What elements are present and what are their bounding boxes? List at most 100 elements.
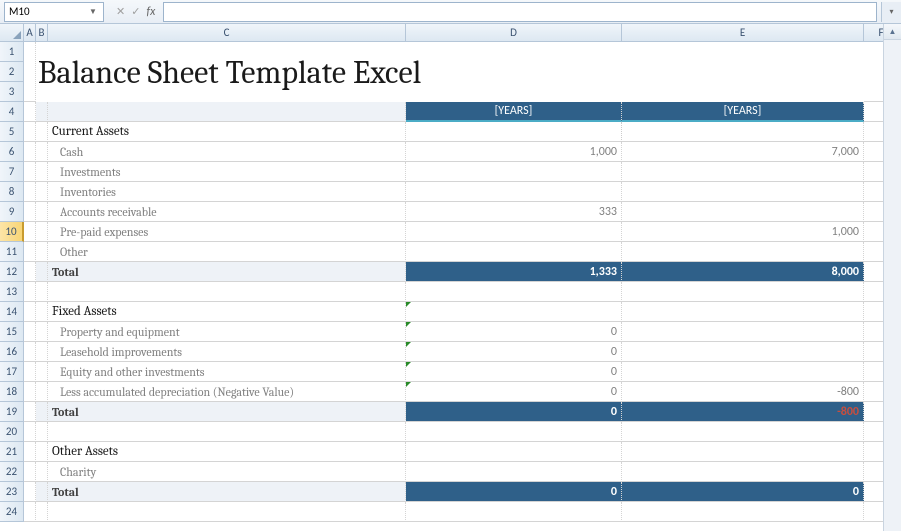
item-label[interactable]: Property and equipment bbox=[48, 322, 406, 342]
cell[interactable] bbox=[24, 422, 36, 442]
total-value[interactable]: 0 bbox=[622, 482, 864, 502]
row-header[interactable]: 2 bbox=[0, 62, 24, 82]
cell[interactable] bbox=[24, 42, 36, 102]
item-label[interactable]: Charity bbox=[48, 462, 406, 482]
item-value[interactable] bbox=[622, 342, 864, 362]
item-value[interactable] bbox=[622, 182, 864, 202]
cell[interactable] bbox=[24, 142, 36, 162]
cell[interactable] bbox=[36, 482, 48, 502]
row-header[interactable]: 13 bbox=[0, 282, 24, 302]
cell[interactable] bbox=[36, 102, 48, 122]
section-header-other[interactable]: Other Assets bbox=[48, 442, 406, 462]
item-label[interactable]: Pre-paid expenses bbox=[48, 222, 406, 242]
cell[interactable] bbox=[24, 182, 36, 202]
item-label[interactable]: Investments bbox=[48, 162, 406, 182]
row-header[interactable]: 1 bbox=[0, 42, 24, 62]
total-value[interactable]: 8,000 bbox=[622, 262, 864, 282]
cell[interactable] bbox=[24, 222, 36, 242]
total-value[interactable]: 0 bbox=[406, 482, 622, 502]
cell[interactable] bbox=[36, 422, 48, 442]
cell[interactable] bbox=[36, 302, 48, 322]
cell[interactable] bbox=[24, 162, 36, 182]
col-header-b[interactable]: B bbox=[36, 24, 48, 42]
item-value[interactable] bbox=[406, 462, 622, 482]
cell[interactable] bbox=[406, 302, 622, 322]
item-label[interactable]: Less accumulated depreciation (Negative … bbox=[48, 382, 406, 402]
item-value[interactable]: 0 bbox=[406, 382, 622, 402]
section-header-current[interactable]: Current Assets bbox=[48, 122, 406, 142]
row-header[interactable]: 20 bbox=[0, 422, 24, 442]
item-label[interactable]: Other bbox=[48, 242, 406, 262]
item-value[interactable]: 0 bbox=[406, 322, 622, 342]
cell[interactable] bbox=[36, 502, 48, 522]
cell[interactable] bbox=[48, 282, 406, 302]
row-header[interactable]: 17 bbox=[0, 362, 24, 382]
item-value[interactable]: 0 bbox=[406, 362, 622, 382]
cell[interactable] bbox=[48, 102, 406, 122]
cell[interactable] bbox=[406, 282, 622, 302]
cell[interactable] bbox=[622, 122, 864, 142]
row-header[interactable]: 5 bbox=[0, 122, 24, 142]
cell[interactable] bbox=[24, 402, 36, 422]
item-value[interactable]: 0 bbox=[406, 342, 622, 362]
cell[interactable] bbox=[406, 122, 622, 142]
item-value[interactable] bbox=[406, 182, 622, 202]
item-label[interactable]: Equity and other investments bbox=[48, 362, 406, 382]
cell[interactable] bbox=[24, 242, 36, 262]
row-header[interactable]: 3 bbox=[0, 82, 24, 102]
cell[interactable] bbox=[36, 282, 48, 302]
total-value[interactable]: 0 bbox=[406, 402, 622, 422]
cell[interactable] bbox=[48, 502, 406, 522]
item-value[interactable]: 1,000 bbox=[622, 222, 864, 242]
cell[interactable] bbox=[24, 502, 36, 522]
col-header-a[interactable]: A bbox=[24, 24, 36, 42]
item-value[interactable]: 1,000 bbox=[406, 142, 622, 162]
row-header[interactable]: 19 bbox=[0, 402, 24, 422]
item-label[interactable]: Leasehold improvements bbox=[48, 342, 406, 362]
cell[interactable] bbox=[24, 342, 36, 362]
cell[interactable] bbox=[36, 362, 48, 382]
vertical-scrollbar[interactable]: ▲ bbox=[883, 24, 901, 531]
total-label[interactable]: Total bbox=[48, 482, 406, 502]
cell[interactable] bbox=[36, 162, 48, 182]
cell[interactable] bbox=[622, 282, 864, 302]
item-value[interactable] bbox=[622, 162, 864, 182]
row-header[interactable]: 4 bbox=[0, 102, 24, 122]
name-box-dropdown-icon[interactable]: ▼ bbox=[87, 7, 99, 17]
cell[interactable] bbox=[36, 322, 48, 342]
item-label[interactable]: Inventories bbox=[48, 182, 406, 202]
cell[interactable] bbox=[36, 202, 48, 222]
row-header[interactable]: 15 bbox=[0, 322, 24, 342]
cell[interactable] bbox=[406, 422, 622, 442]
section-header-fixed[interactable]: Fixed Assets bbox=[48, 302, 406, 322]
cell[interactable] bbox=[36, 342, 48, 362]
formula-input[interactable] bbox=[163, 2, 877, 22]
cell[interactable] bbox=[36, 382, 48, 402]
cell[interactable] bbox=[406, 442, 622, 462]
cell[interactable] bbox=[24, 362, 36, 382]
item-value[interactable]: 333 bbox=[406, 202, 622, 222]
cell[interactable] bbox=[48, 422, 406, 442]
cell[interactable] bbox=[622, 442, 864, 462]
item-value[interactable] bbox=[622, 242, 864, 262]
item-value[interactable] bbox=[622, 462, 864, 482]
cell[interactable] bbox=[36, 182, 48, 202]
row-header[interactable]: 7 bbox=[0, 162, 24, 182]
cell[interactable] bbox=[24, 482, 36, 502]
cell[interactable] bbox=[406, 502, 622, 522]
row-header[interactable]: 11 bbox=[0, 242, 24, 262]
total-value-negative[interactable]: -800 bbox=[622, 402, 864, 422]
cell[interactable] bbox=[24, 262, 36, 282]
cell[interactable] bbox=[24, 442, 36, 462]
year-header-e[interactable]: [YEARS] bbox=[622, 102, 864, 122]
cell[interactable] bbox=[36, 242, 48, 262]
fx-icon[interactable]: fx bbox=[146, 5, 155, 19]
cell[interactable] bbox=[24, 282, 36, 302]
cell[interactable] bbox=[36, 122, 48, 142]
row-header[interactable]: 24 bbox=[0, 502, 24, 522]
total-label[interactable]: Total bbox=[48, 402, 406, 422]
cell[interactable] bbox=[24, 322, 36, 342]
row-header[interactable]: 14 bbox=[0, 302, 24, 322]
formula-bar-expand-icon[interactable]: ▾ bbox=[881, 2, 901, 22]
row-header-selected[interactable]: 10 bbox=[0, 222, 24, 242]
